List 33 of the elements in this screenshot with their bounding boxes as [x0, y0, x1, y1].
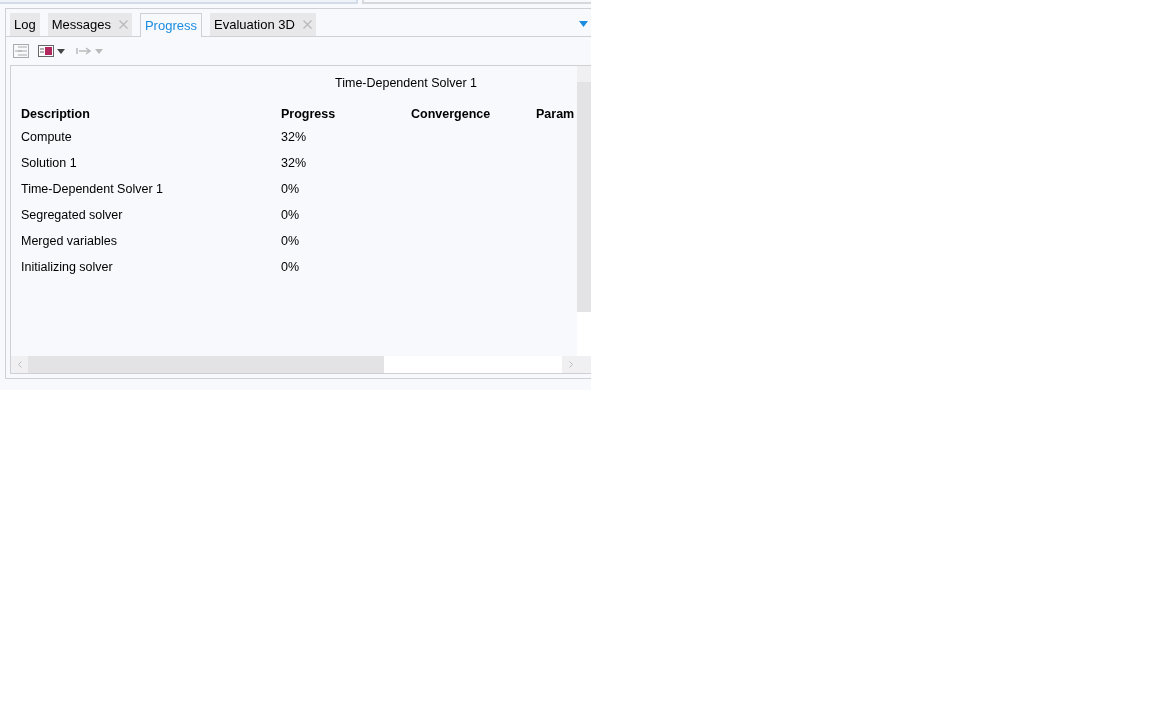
arrow-icon	[76, 46, 92, 56]
column-header: Description	[21, 105, 91, 123]
close-icon[interactable]	[118, 20, 128, 29]
table-cell-text: Merged variables	[21, 232, 118, 250]
tab[interactable]: Progress	[139, 13, 202, 37]
scroll-right-icon[interactable]	[568, 361, 573, 368]
column-header: Progress	[281, 105, 337, 123]
horizontal-scrollbar[interactable]	[11, 356, 591, 373]
dropdown-icon[interactable]	[579, 21, 588, 27]
column-header: Param	[536, 105, 576, 123]
tab[interactable]: Log	[10, 13, 40, 36]
table-cell-text: Initializing solver	[21, 258, 114, 276]
tab[interactable]: Evaluation 3D	[210, 13, 316, 36]
table-cell-text: Compute	[21, 128, 73, 146]
vertical-scrollbar[interactable]	[577, 66, 591, 356]
table-cell-text: 0%	[281, 180, 301, 198]
table-cell-text: Segregated solver	[21, 206, 124, 224]
close-icon[interactable]	[302, 20, 312, 29]
caret-icon	[95, 48, 103, 54]
tab[interactable]: Messages	[47, 13, 132, 36]
table-cell-text: Solution 1	[21, 154, 78, 172]
caret-icon[interactable]	[57, 48, 65, 54]
table-cell-text: Time-Dependent Solver 1	[21, 180, 164, 198]
collapse-icon[interactable]	[13, 44, 29, 58]
table-cell-text: 0%	[281, 232, 301, 250]
table-cell-text: 32%	[281, 128, 308, 146]
display-icon[interactable]	[38, 45, 54, 57]
scroll-left-icon[interactable]	[17, 361, 22, 368]
table-cell-text: 32%	[281, 154, 308, 172]
table-title: Time-Dependent Solver 1	[334, 75, 478, 92]
table-cell-text: 0%	[281, 258, 301, 276]
column-header: Convergence	[411, 105, 492, 123]
table-cell-text: 0%	[281, 206, 301, 224]
